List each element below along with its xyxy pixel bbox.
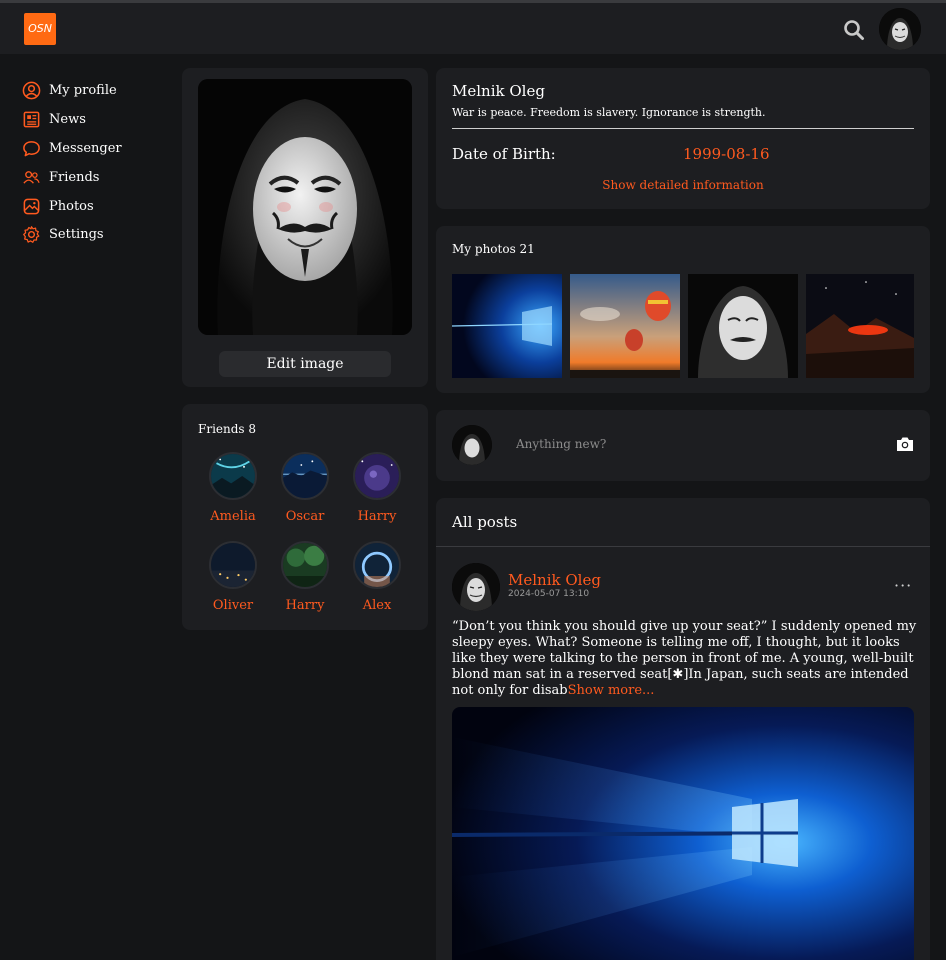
camera-icon[interactable] xyxy=(896,435,914,453)
friends-title: Friends 8 xyxy=(198,422,257,436)
image-icon xyxy=(23,198,40,214)
friend-avatar xyxy=(353,452,401,500)
post-author-name[interactable]: Melnik Oleg xyxy=(508,571,601,589)
friend-avatar xyxy=(281,541,329,589)
friend-avatar xyxy=(209,452,257,500)
dob-label: Date of Birth: xyxy=(452,145,556,163)
post-text: “Don’t you think you should give up your… xyxy=(452,619,918,699)
user-status: War is peace. Freedom is slavery. Ignora… xyxy=(452,106,766,119)
post-image[interactable] xyxy=(452,707,914,960)
user-circle-icon xyxy=(22,81,41,99)
friend-name: Harry xyxy=(357,509,397,524)
friend-avatar xyxy=(209,541,257,589)
top-header: OSN xyxy=(0,3,946,54)
dob-value: 1999-08-16 xyxy=(683,145,770,163)
new-post-input[interactable] xyxy=(516,433,876,455)
profile-photo[interactable] xyxy=(198,79,412,335)
info-divider xyxy=(452,128,914,129)
friend-name: Harry xyxy=(285,598,325,613)
sidebar-item-label: Settings xyxy=(49,226,104,242)
photo-thumbnail[interactable] xyxy=(688,274,798,378)
sidebar-item-my-profile[interactable]: My profile xyxy=(22,79,117,101)
friend-item[interactable]: Amelia xyxy=(197,452,269,524)
friend-item[interactable]: Alex xyxy=(341,541,413,613)
posts-title: All posts xyxy=(452,513,518,531)
profile-photo-card: Edit image xyxy=(182,68,428,387)
friend-avatar xyxy=(281,452,329,500)
friend-item[interactable]: Harry xyxy=(269,541,341,613)
friend-name: Oliver xyxy=(212,598,254,613)
post-body-text: “Don’t you think you should give up your… xyxy=(452,619,917,698)
post-timestamp: 2024-05-07 13:10 xyxy=(508,589,590,599)
sidebar-item-label: Friends xyxy=(49,169,100,185)
friend-item[interactable]: Harry xyxy=(341,452,413,524)
sidebar-item-news[interactable]: News xyxy=(22,108,86,130)
post-options-button[interactable]: ··· xyxy=(894,578,912,594)
gear-icon xyxy=(23,225,40,243)
friends-card: Friends 8 Amelia Oscar Harry Oliver Harr… xyxy=(182,404,428,630)
sidebar-item-photos[interactable]: Photos xyxy=(22,195,94,217)
posts-divider xyxy=(436,546,930,547)
photo-thumbnail[interactable] xyxy=(452,274,562,378)
friends-icon xyxy=(23,170,40,184)
my-photos-card: My photos 21 xyxy=(436,226,930,393)
friend-name: Alex xyxy=(362,598,392,613)
user-info-card: Melnik Oleg War is peace. Freedom is sla… xyxy=(436,68,930,209)
post-author-avatar[interactable] xyxy=(452,563,500,611)
edit-image-button[interactable]: Edit image xyxy=(219,351,391,377)
friend-item[interactable]: Oliver xyxy=(197,541,269,613)
sidebar-item-settings[interactable]: Settings xyxy=(22,223,104,245)
chat-bubble-icon xyxy=(23,140,40,156)
show-more-link[interactable]: Show more... xyxy=(568,683,655,698)
user-name: Melnik Oleg xyxy=(452,82,545,100)
friend-avatar xyxy=(353,541,401,589)
app-logo[interactable]: OSN xyxy=(24,13,56,45)
sidebar-item-label: Messenger xyxy=(49,140,122,156)
sidebar-item-label: News xyxy=(49,111,86,127)
post-composer-card xyxy=(436,410,930,481)
show-detailed-link[interactable]: Show detailed information xyxy=(436,178,930,192)
photo-thumbnail[interactable] xyxy=(570,274,680,378)
newspaper-icon xyxy=(23,111,40,127)
friend-name: Amelia xyxy=(210,509,256,524)
search-icon[interactable] xyxy=(843,19,865,41)
avatar xyxy=(452,425,492,465)
friend-name: Oscar xyxy=(285,509,325,524)
sidebar-item-label: Photos xyxy=(49,198,94,214)
avatar[interactable] xyxy=(879,8,921,50)
sidebar-item-messenger[interactable]: Messenger xyxy=(22,137,122,159)
sidebar-item-friends[interactable]: Friends xyxy=(22,166,99,188)
posts-card: All posts Melnik Oleg 2024-05-07 13:10 ·… xyxy=(436,498,930,960)
photo-thumbnail[interactable] xyxy=(806,274,914,378)
friend-item[interactable]: Oscar xyxy=(269,452,341,524)
sidebar-item-label: My profile xyxy=(49,82,117,98)
photos-title: My photos 21 xyxy=(452,242,535,256)
